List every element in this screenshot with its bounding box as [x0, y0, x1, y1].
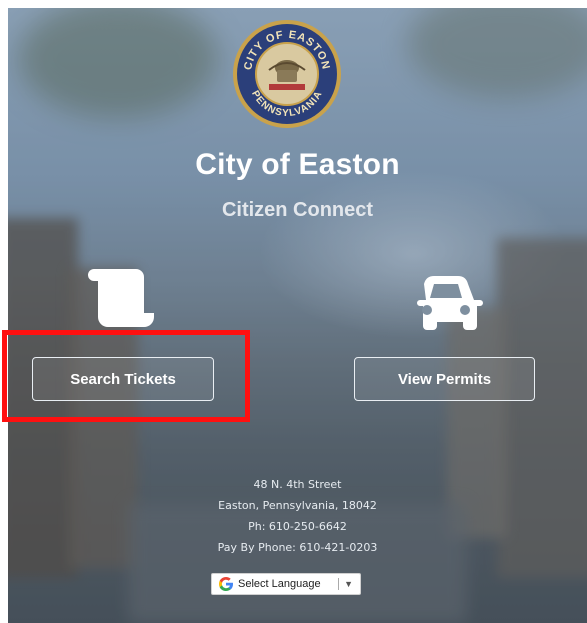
- car-icon: [417, 276, 483, 330]
- background-hero: CITY OF EASTON PENNSYLVANIA City of East…: [8, 8, 587, 623]
- address-line-2: Easton, Pennsylvania, 18042: [218, 499, 377, 512]
- city-seal-logo: CITY OF EASTON PENNSYLVANIA: [233, 20, 341, 128]
- page-title: City of Easton: [195, 148, 400, 181]
- contact-info: 48 N. 4th Street Easton, Pennsylvania, 1…: [8, 474, 587, 558]
- address-line-1: 48 N. 4th Street: [253, 478, 342, 491]
- google-g-icon: [219, 577, 233, 591]
- language-selector-label: Select Language: [238, 578, 321, 590]
- view-permits-button[interactable]: View Permits: [354, 357, 535, 401]
- pay-by-phone-number: Pay By Phone: 610-421-0203: [217, 541, 378, 554]
- phone-number: Ph: 610-250-6642: [248, 520, 347, 533]
- scroll-icon: [88, 269, 154, 327]
- language-selector[interactable]: Select Language ▼: [211, 573, 361, 595]
- chevron-down-icon: ▼: [344, 579, 353, 589]
- page-subtitle: Citizen Connect: [221, 199, 374, 221]
- search-tickets-highlight-box: [2, 330, 250, 422]
